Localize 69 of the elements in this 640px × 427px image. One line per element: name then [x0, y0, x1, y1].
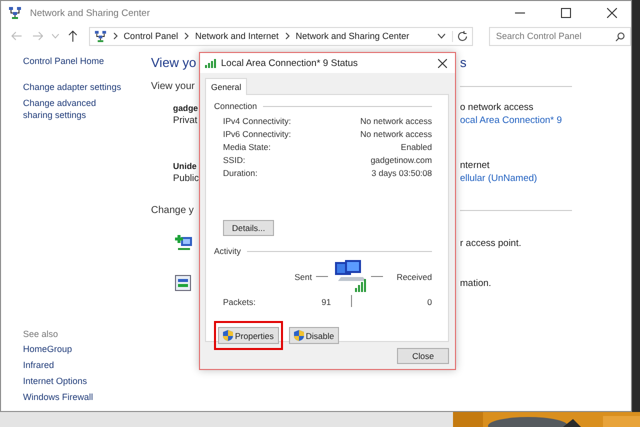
received-label: Received [396, 272, 432, 282]
shield-icon [223, 330, 233, 341]
breadcrumb[interactable]: Network and Sharing Center [296, 31, 410, 41]
computer-icon [333, 260, 369, 293]
sidebar-link[interactable]: Change advanced sharing settings [23, 97, 123, 121]
connection-link[interactable]: ellular (UnNamed) [460, 173, 538, 184]
network-name: gadge [173, 102, 200, 112]
up-arrow-icon[interactable] [68, 30, 78, 42]
group-heading: Activity [214, 246, 241, 256]
network-icon [94, 30, 107, 42]
breadcrumb[interactable]: Control Panel [124, 31, 178, 41]
field-label: SSID: [223, 154, 246, 167]
section-heading: View your [151, 80, 196, 92]
breadcrumb[interactable]: Network and Internet [195, 31, 279, 41]
window-title: Network and Sharing Center [30, 8, 150, 18]
details-button[interactable]: Details... [223, 220, 274, 236]
connection-link[interactable]: ocal Area Connection* 9 [460, 115, 562, 126]
status-text: r access point. [460, 238, 522, 248]
network-type: Public [173, 173, 200, 184]
maximize-icon[interactable] [561, 8, 571, 18]
field-label: IPv4 Connectivity: [223, 115, 292, 128]
dialog-title: Local Area Connection* 9 Status [221, 58, 358, 68]
dropdown-caret-icon[interactable] [437, 33, 446, 39]
search-icon [615, 32, 625, 42]
tab[interactable]: General [205, 78, 248, 95]
field-value: No network access [360, 128, 432, 141]
network-name: Unide [173, 160, 198, 170]
sidebar-link[interactable]: HomeGroup [23, 343, 151, 355]
chevron-icon [284, 32, 290, 40]
section-heading: Change y [151, 204, 195, 216]
close-icon[interactable] [438, 58, 447, 68]
sidebar-link[interactable]: Internet Options [23, 375, 151, 387]
see-also-heading: See also [23, 329, 60, 339]
network-type: Privat [173, 115, 198, 126]
group-heading: Connection [214, 101, 258, 111]
network-troubleshoot-icon[interactable] [175, 275, 191, 291]
close-button[interactable]: Close [397, 348, 449, 364]
field-label: Media State: [223, 141, 271, 154]
close-icon[interactable] [607, 8, 617, 18]
network-add-icon[interactable] [175, 234, 193, 252]
field-value: 3 days 03:50:08 [372, 167, 432, 180]
chevron-icon [184, 32, 190, 40]
field-value: gadgetinow.com [370, 154, 432, 167]
shield-button[interactable]: Disable [288, 327, 340, 344]
chevron-icon [112, 32, 118, 40]
field-value: Enabled [400, 141, 432, 154]
field-value: No network access [360, 115, 432, 128]
status-text: nternet [460, 160, 490, 171]
search-field[interactable]: Search Control Panel [489, 26, 631, 46]
packets-label: Packets: [223, 297, 257, 307]
page-heading: View yo [151, 54, 198, 70]
sidebar-link[interactable]: Control Panel Home [23, 55, 151, 67]
status-text: s [460, 54, 466, 70]
packets-sent: 91 [320, 297, 331, 307]
network-icon [8, 6, 22, 20]
sidebar-link[interactable]: Windows Firewall [23, 391, 151, 403]
address-bar[interactable]: Control Panel Network and Internet Network and Sharing Center [88, 26, 473, 46]
status-text: o network access [460, 102, 534, 113]
refresh-icon[interactable] [452, 30, 468, 42]
shield-button[interactable]: Properties [218, 327, 279, 344]
field-label: IPv6 Connectivity: [223, 128, 292, 141]
status-text: mation. [460, 278, 492, 288]
packets-received: 0 [426, 297, 432, 307]
field-label: Duration: [223, 167, 258, 180]
shield-icon [294, 330, 304, 341]
signal-icon [205, 58, 217, 68]
sidebar-link[interactable]: Change adapter settings [23, 81, 151, 93]
sent-label: Sent [294, 272, 312, 282]
sidebar-link[interactable]: Infrared [23, 359, 151, 371]
